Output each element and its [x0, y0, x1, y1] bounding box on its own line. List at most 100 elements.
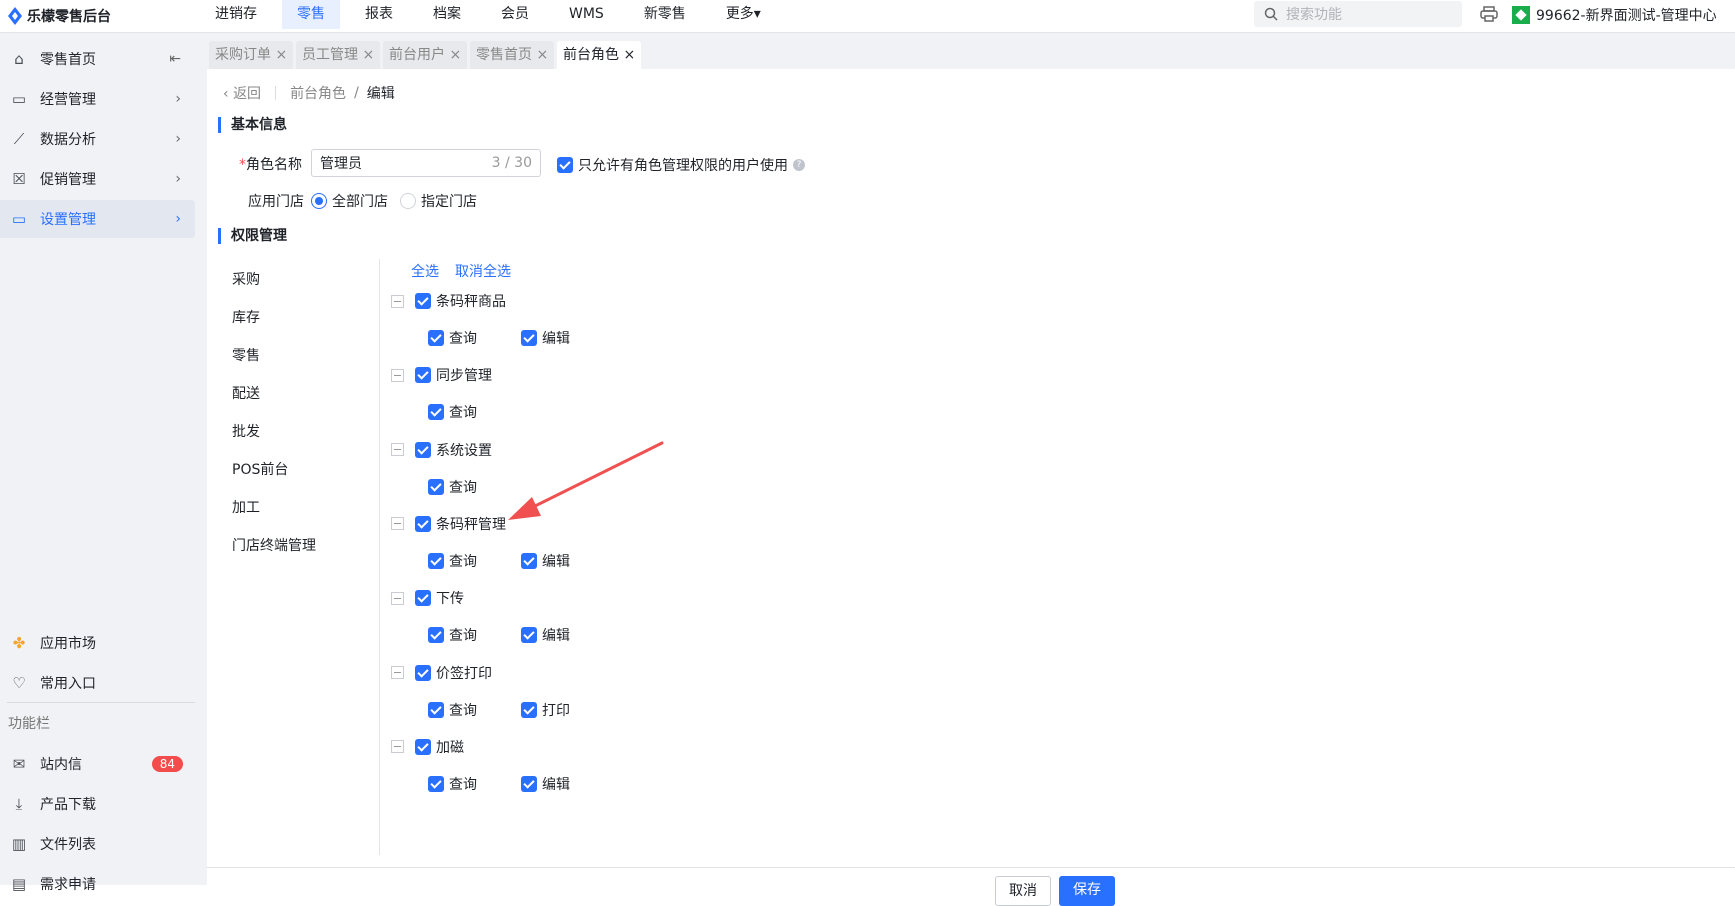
permission-group[interactable]: 条码秤管理 [391, 514, 506, 534]
permission-item[interactable]: 查询 [428, 328, 477, 348]
sidebar-item-requests[interactable]: ▤ 需求申请 [0, 865, 195, 903]
tab-staff[interactable]: 员工管理 × [296, 41, 381, 69]
permission-group[interactable]: 条码秤商品 [391, 291, 506, 311]
org-switcher[interactable]: 99662-新界面测试-管理中心 [1512, 5, 1717, 25]
printer-icon[interactable] [1480, 6, 1498, 22]
checkbox-checked[interactable] [428, 330, 444, 346]
sidebar-item-retail-home[interactable]: ⌂ 零售首页 ⇤ [0, 40, 195, 78]
checkbox-checked[interactable] [415, 738, 431, 755]
checkbox-checked[interactable] [415, 515, 431, 532]
permission-item[interactable]: 查询 [428, 774, 477, 794]
deselect-all-link[interactable]: 取消全选 [455, 261, 511, 281]
checkbox-checked[interactable] [557, 157, 573, 173]
checkbox-checked[interactable] [415, 293, 431, 309]
sidebar-item-operations[interactable]: ▭ 经营管理 › [0, 80, 195, 118]
permission-category[interactable]: 门店终端管理 [232, 535, 316, 555]
collapse-icon[interactable] [391, 740, 404, 754]
permission-item[interactable]: 查询 [428, 700, 477, 720]
checkbox-checked[interactable] [428, 552, 444, 569]
close-icon[interactable]: × [536, 47, 548, 63]
close-icon[interactable]: × [449, 47, 461, 63]
sidebar-item-files[interactable]: ▥ 文件列表 [0, 825, 195, 863]
checkbox-checked[interactable] [521, 701, 537, 718]
permission-item[interactable]: 编辑 [521, 328, 570, 348]
checkbox-checked[interactable] [415, 664, 431, 681]
permission-category[interactable]: 零售 [232, 345, 260, 365]
nav-inventory[interactable]: 进销存 [200, 0, 272, 29]
permission-category[interactable]: 库存 [232, 307, 260, 327]
checkbox-checked[interactable] [428, 478, 444, 495]
checkbox-checked[interactable] [428, 627, 444, 644]
app-logo[interactable]: 乐檬零售后台 [8, 6, 111, 26]
sidebar-item-settings[interactable]: ▭ 设置管理 › [0, 200, 195, 238]
collapse-icon[interactable] [391, 517, 404, 531]
collapse-icon[interactable] [391, 294, 404, 308]
select-all-link[interactable]: 全选 [411, 261, 439, 281]
cancel-button[interactable]: 取消 [995, 876, 1051, 906]
collapse-icon[interactable] [391, 591, 404, 605]
sidebar-item-analytics[interactable]: ⟋ 数据分析 › [0, 120, 195, 158]
back-button[interactable]: ‹ 返回 [223, 83, 261, 103]
permission-item[interactable]: 编辑 [521, 551, 570, 571]
sidebar-item-messages[interactable]: ✉ 站内信 84 [0, 745, 195, 783]
sidebar-item-promotion[interactable]: ☒ 促销管理 › [0, 160, 195, 198]
checkbox-checked[interactable] [415, 590, 431, 607]
tab-purchase-order[interactable]: 采购订单 × [209, 41, 294, 69]
close-icon[interactable]: × [623, 47, 635, 63]
permission-category[interactable]: 批发 [232, 421, 260, 441]
permission-item[interactable]: 查询 [428, 402, 477, 422]
radio-specific-stores[interactable]: 指定门店 [400, 191, 477, 211]
collapse-icon[interactable] [391, 443, 404, 457]
collapse-sidebar-icon[interactable]: ⇤ [169, 51, 181, 67]
permission-group[interactable]: 系统设置 [391, 440, 492, 460]
role-name-input[interactable]: 管理员 3 / 30 [311, 149, 541, 177]
radio-all-stores[interactable]: 全部门店 [311, 191, 388, 211]
nav-retail[interactable]: 零售 [282, 0, 340, 29]
checkbox-checked[interactable] [521, 552, 537, 569]
checkbox-checked[interactable] [521, 775, 537, 792]
checkbox-checked[interactable] [428, 775, 444, 792]
radio-unselected[interactable] [400, 193, 416, 209]
checkbox-checked[interactable] [521, 330, 537, 346]
checkbox-checked[interactable] [415, 367, 431, 384]
close-icon[interactable]: × [275, 47, 287, 63]
permission-category[interactable]: 采购 [232, 269, 260, 289]
nav-more[interactable]: 更多▾ [711, 0, 776, 29]
permission-item[interactable]: 查询 [428, 477, 477, 497]
permission-group[interactable]: 加磁 [391, 737, 464, 757]
permission-group[interactable]: 下传 [391, 588, 464, 608]
permission-item[interactable]: 编辑 [521, 625, 570, 645]
collapse-icon[interactable] [391, 666, 404, 679]
save-button[interactable]: 保存 [1059, 876, 1115, 906]
permission-group[interactable]: 同步管理 [391, 365, 492, 385]
permission-group[interactable]: 价签打印 [391, 663, 492, 683]
nav-archive[interactable]: 档案 [418, 0, 476, 29]
help-icon[interactable]: ? [793, 159, 805, 171]
collapse-icon[interactable] [391, 368, 404, 382]
tab-front-roles[interactable]: 前台角色 × [557, 41, 642, 69]
permission-category[interactable]: POS前台 [232, 459, 288, 479]
permission-item[interactable]: 查询 [428, 551, 477, 571]
checkbox-checked[interactable] [428, 404, 444, 421]
close-icon[interactable]: × [362, 47, 374, 63]
search-input[interactable]: 搜索功能 [1254, 1, 1462, 27]
sidebar-item-download[interactable]: ⤓ 产品下载 [0, 785, 195, 823]
nav-new-retail[interactable]: 新零售 [629, 0, 701, 29]
nav-reports[interactable]: 报表 [350, 0, 408, 29]
tab-retail-home[interactable]: 零售首页 × [470, 41, 555, 69]
sidebar-item-app-market[interactable]: ✤ 应用市场 [0, 624, 195, 662]
restrict-checkbox[interactable]: 只允许有角色管理权限的用户使用? [557, 155, 805, 175]
permission-category[interactable]: 配送 [232, 383, 260, 403]
checkbox-checked[interactable] [415, 441, 431, 458]
radio-selected[interactable] [311, 193, 327, 209]
nav-wms[interactable]: WMS [554, 0, 619, 29]
checkbox-checked[interactable] [521, 627, 537, 644]
permission-item[interactable]: 查询 [428, 625, 477, 645]
nav-member[interactable]: 会员 [486, 0, 544, 29]
tab-front-users[interactable]: 前台用户 × [383, 41, 468, 69]
permission-item[interactable]: 打印 [521, 700, 570, 720]
sidebar-item-favorites[interactable]: ♡ 常用入口 [0, 664, 195, 702]
permission-item[interactable]: 编辑 [521, 774, 570, 794]
permission-category[interactable]: 加工 [232, 497, 260, 517]
checkbox-checked[interactable] [428, 701, 444, 718]
